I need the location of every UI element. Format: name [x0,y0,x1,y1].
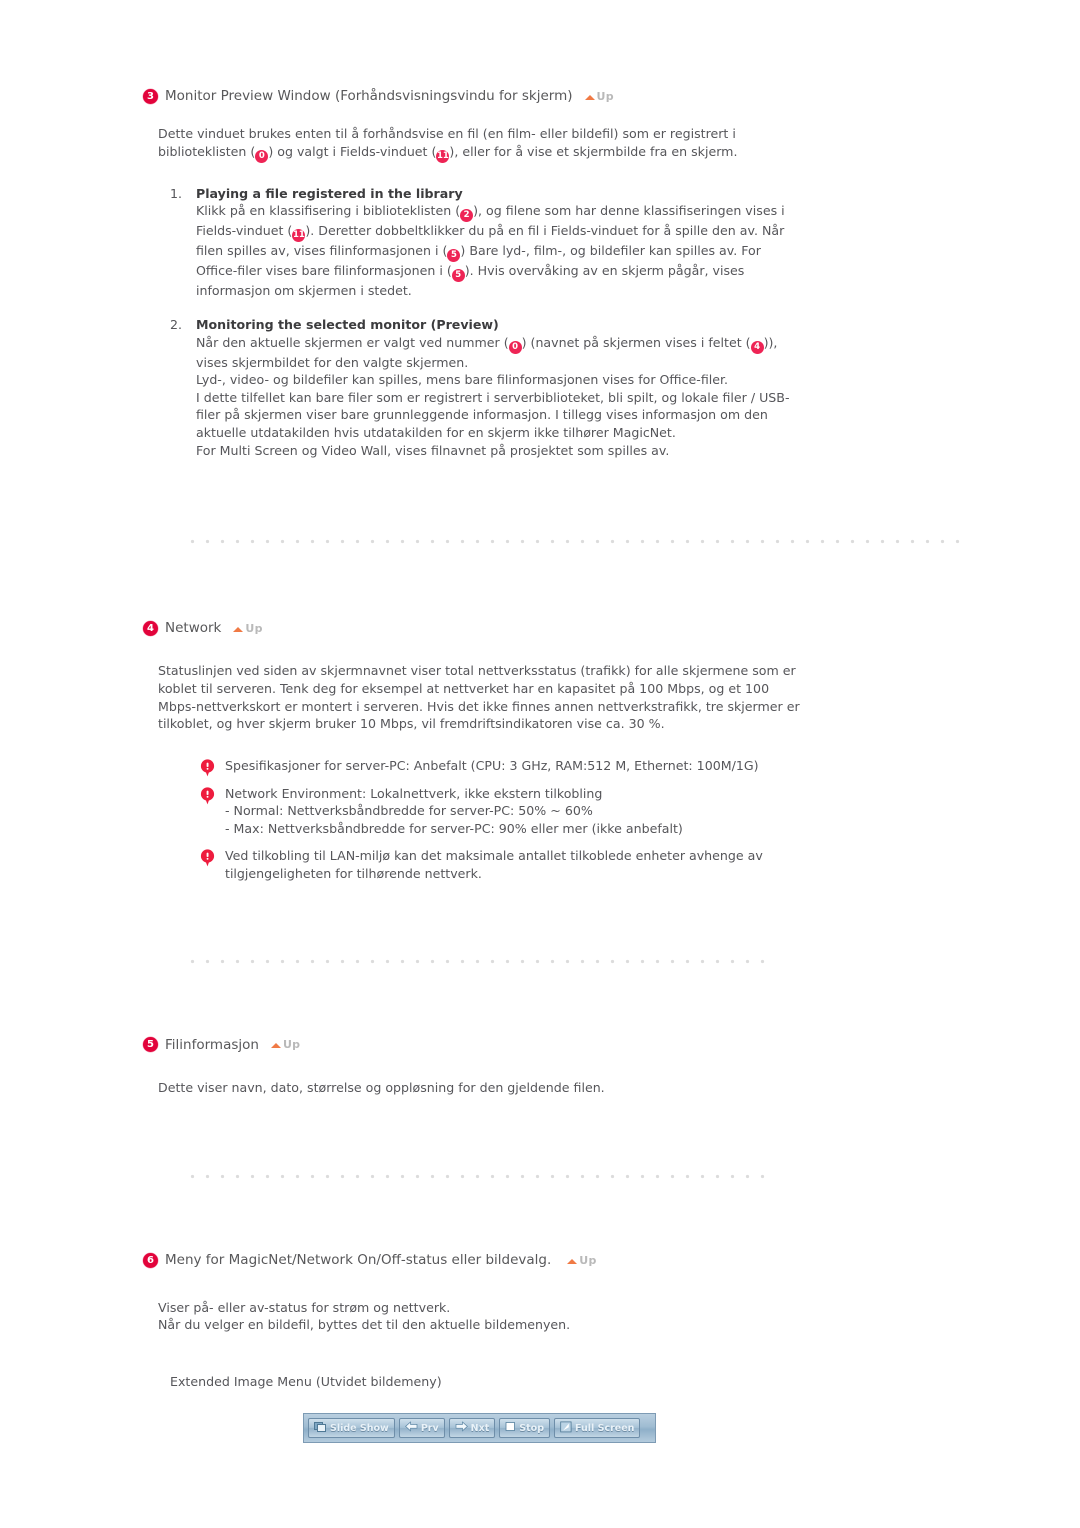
section-number-badge: 5 [143,1037,158,1053]
note-text: Ved tilkobling til LAN-miljø kan det mak… [225,848,763,882]
list-item-number: 2. [170,316,183,332]
up-link[interactable]: Up [567,1254,596,1267]
slide-show-button[interactable]: Slide Show [308,1418,395,1439]
list-item-title: Monitoring the selected monitor (Preview… [196,316,499,332]
section-title: Meny for MagicNet/Network On/Off-status … [165,1252,552,1269]
callout-exclamation-icon [200,849,215,867]
text-b: ) (navnet på skjermen vises i feltet ( [521,334,751,350]
extended-image-menu-toolbar: Slide Show Prv Nxt Stop Full Screen [303,1413,656,1444]
list-item: 2. Monitoring the selected monitor (Prev… [170,316,800,459]
inline-ref-badge: 11 [436,149,450,163]
up-arrow-icon [270,1043,281,1049]
note-item: Spesifikasjoner for server-PC: Anbefalt … [200,757,820,777]
section-heading-4: 4 Network Up [143,620,1080,636]
inline-ref-badge: 5 [451,269,465,283]
text-a: Når den aktuelle skjermen er valgt ved n… [196,334,509,350]
slide-show-label: Slide Show [330,1422,389,1434]
section-heading-6: 6 Meny for MagicNet/Network On/Off-statu… [143,1252,1080,1268]
slideshow-icon [314,1421,327,1436]
inline-ref-badge: 11 [292,229,306,243]
inline-ref-badge: 5 [447,249,461,263]
section-3-intro: Dette vinduet brukes enten til å forhånd… [158,125,793,163]
document-page: 3 Monitor Preview Window (Forhåndsvisnin… [0,0,1080,1528]
list-item-extra-line: I dette tilfellet kan bare filer som er … [196,389,790,440]
list-item-extra-line: For Multi Screen og Video Wall, vises fi… [196,442,670,458]
section-heading-3: 3 Monitor Preview Window (Forhåndsvisnin… [143,88,1080,104]
callout-exclamation-icon [200,787,215,805]
section-title: Filinformasjon [165,1036,259,1053]
prev-button[interactable]: Prv [398,1418,445,1439]
prev-label: Prv [420,1422,439,1434]
extended-image-menu-caption: Extended Image Menu (Utvidet bildemeny) [170,1373,442,1389]
note-line-3: - Max: Nettverksbåndbredde for server-PC… [225,820,683,836]
section-4-notes: Spesifikasjoner for server-PC: Anbefalt … [200,757,820,883]
up-link-label: Up [245,621,263,635]
intro-text-c: ), eller for å vise et skjermbilde fra e… [449,143,738,159]
full-screen-button[interactable]: Full Screen [554,1418,641,1439]
next-label: Nxt [470,1422,490,1434]
inline-ref-badge: 0 [508,340,522,354]
inline-ref-badge: 4 [750,340,764,354]
callout-exclamation-icon [200,759,215,777]
note-line-2: - Normal: Nettverksbåndbredde for server… [225,803,593,819]
note-text-multiline: Network Environment: Lokalnettverk, ikke… [225,785,820,838]
up-link-label: Up [282,1038,301,1052]
stop-label: Stop [519,1422,545,1434]
list-item-text: Når den aktuelle skjermen er valgt ved n… [196,334,800,372]
up-link-label: Up [596,89,614,103]
text-a: Klikk på en klassifisering i bibliotekli… [196,203,461,219]
note-item: Ved tilkobling til LAN-miljø kan det mak… [200,847,820,882]
extended-image-menu-toolbar-wrap: Slide Show Prv Nxt Stop Full Screen [303,1413,656,1444]
note-item: Network Environment: Lokalnettverk, ikke… [200,785,820,838]
section-title: Network [165,620,222,637]
intro-text-b: ) og valgt i Fields-vinduet ( [268,143,437,159]
section-title: Monitor Preview Window (Forhåndsvisnings… [165,88,573,104]
up-link-label: Up [579,1253,597,1267]
note-line-1: Network Environment: Lokalnettverk, ikke… [225,785,603,801]
inline-ref-badge: 2 [460,209,474,223]
up-link[interactable]: Up [584,89,614,103]
up-link[interactable]: Up [233,622,262,635]
section-number-badge: 3 [143,88,158,104]
arrow-right-icon [455,1421,468,1435]
list-item-text: Klikk på en klassifisering i bibliotekli… [196,202,800,300]
section-number-badge: 4 [143,620,158,636]
list-item-number: 1. [170,185,183,201]
section-number-badge: 6 [143,1253,158,1269]
stop-square-icon [505,1421,516,1435]
list-item-extra-line: Lyd-, video- og bildefiler kan spilles, … [196,372,729,388]
section-6-line-2: Når du velger en bildefil, byttes det ti… [158,1317,571,1333]
up-arrow-icon [233,626,244,632]
section-3-ordered-list: 1. Playing a file registered in the libr… [170,185,800,459]
list-item-title: Playing a file registered in the library [196,185,463,201]
inline-ref-badge: 0 [255,149,269,163]
up-arrow-icon [567,1259,578,1265]
next-button[interactable]: Nxt [448,1418,496,1439]
fullscreen-icon [560,1421,572,1436]
section-heading-5: 5 Filinformasjon Up [143,1037,1080,1053]
list-item: 1. Playing a file registered in the libr… [170,185,800,300]
note-text: Spesifikasjoner for server-PC: Anbefalt … [225,757,759,773]
section-5-intro: Dette viser navn, dato, størrelse og opp… [158,1079,605,1095]
full-screen-label: Full Screen [575,1422,635,1434]
stop-button[interactable]: Stop [499,1418,551,1439]
section-6-line-1: Viser på- eller av-status for strøm og n… [158,1299,451,1315]
up-arrow-icon [584,94,595,100]
section-4-intro: Statuslinjen ved siden av skjermnavnet v… [158,663,800,732]
arrow-left-icon [404,1421,418,1435]
up-link[interactable]: Up [270,1038,301,1052]
